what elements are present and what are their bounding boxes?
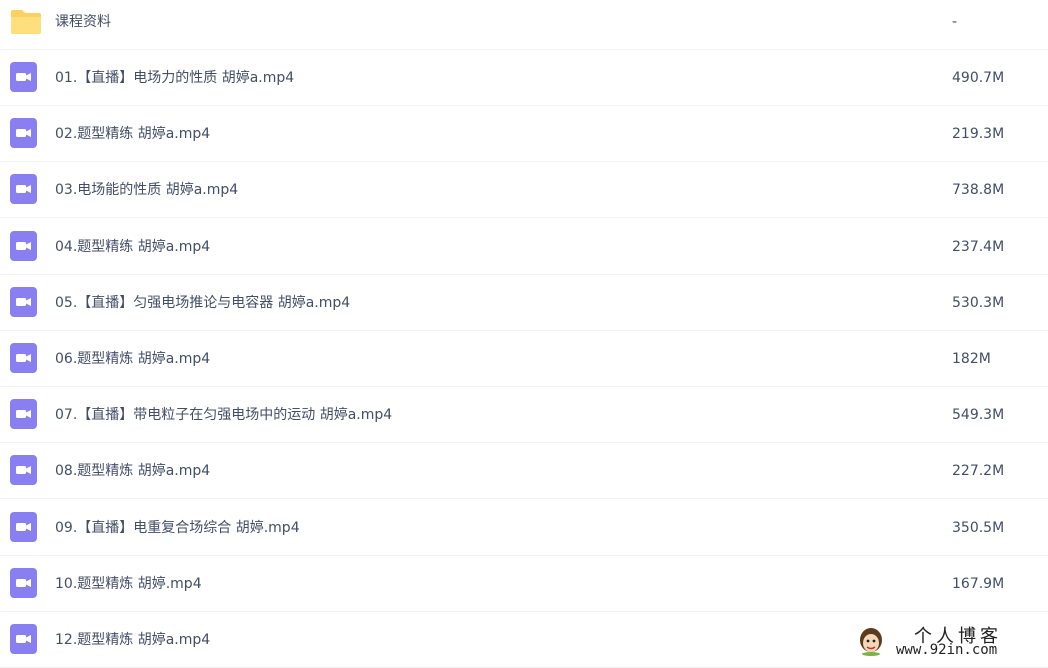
file-name[interactable]: 12.题型精炼 胡婷a.mp4 [55,612,210,668]
file-name[interactable]: 04.题型精练 胡婷a.mp4 [55,219,210,275]
video-icon [10,174,37,205]
video-icon [10,286,37,317]
watermark: 个人博客 www.92in.com [854,622,1044,662]
folder-row[interactable]: 课程资料 - [0,0,1048,50]
avatar-icon [860,628,882,656]
file-row[interactable]: 03.电场能的性质 胡婷a.mp4 738.8M [0,162,1048,219]
video-icon [10,230,37,261]
folder-name[interactable]: 课程资料 [55,0,111,50]
file-size: 350.5M [952,519,1005,536]
video-icon [10,399,37,430]
file-row[interactable]: 06.题型精炼 胡婷a.mp4 182M [0,331,1048,387]
file-size: 182M [952,351,991,367]
file-row[interactable]: 08.题型精炼 胡婷a.mp4 227.2M [0,443,1048,500]
file-size: 167.9M [952,575,1005,592]
watermark-url: www.92in.com [896,642,998,658]
file-name[interactable]: 05.【直播】匀强电场推论与电容器 胡婷a.mp4 [55,275,350,331]
video-icon [10,511,37,542]
file-name[interactable]: 08.题型精炼 胡婷a.mp4 [55,443,210,499]
file-name[interactable]: 02.题型精练 胡婷a.mp4 [55,106,210,162]
video-icon [10,624,37,654]
file-size: 490.7M [952,70,1005,86]
video-icon [10,567,37,598]
file-row[interactable]: 04.题型精练 胡婷a.mp4 237.4M [0,219,1048,275]
folder-size: - [952,14,958,30]
file-row[interactable]: 07.【直播】带电粒子在匀强电场中的运动 胡婷a.mp4 549.3M [0,387,1048,444]
file-name[interactable]: 10.题型精炼 胡婷.mp4 [55,556,202,612]
file-size: 549.3M [952,407,1005,424]
file-list: 课程资料 - 01.【直播】电场力的性质 胡婷a.mp4 490.7M 02.题型精… [0,0,1048,668]
file-size: 219.3M [952,126,1005,143]
file-name[interactable]: 01.【直播】电场力的性质 胡婷a.mp4 [55,50,294,106]
file-row[interactable]: 10.题型精炼 胡婷.mp4 167.9M [0,556,1048,612]
file-size: 227.2M [952,463,1005,480]
video-icon [10,118,37,149]
file-size: 530.3M [952,294,1005,311]
video-icon [10,455,37,486]
file-name[interactable]: 09.【直播】电重复合场综合 胡婷.mp4 [55,500,300,556]
video-icon [10,62,37,92]
file-size: 237.4M [952,238,1005,255]
file-row[interactable]: 01.【直播】电场力的性质 胡婷a.mp4 490.7M [0,50,1048,106]
file-name[interactable]: 06.题型精炼 胡婷a.mp4 [55,331,210,387]
file-size: 738.8M [952,182,1005,199]
video-icon [10,343,37,373]
file-name[interactable]: 03.电场能的性质 胡婷a.mp4 [55,162,238,218]
file-name[interactable]: 07.【直播】带电粒子在匀强电场中的运动 胡婷a.mp4 [55,387,392,443]
file-row[interactable]: 09.【直播】电重复合场综合 胡婷.mp4 350.5M [0,500,1048,556]
file-row[interactable]: 02.题型精练 胡婷a.mp4 219.3M [0,106,1048,163]
file-row[interactable]: 05.【直播】匀强电场推论与电容器 胡婷a.mp4 530.3M [0,275,1048,331]
folder-icon [11,10,41,34]
